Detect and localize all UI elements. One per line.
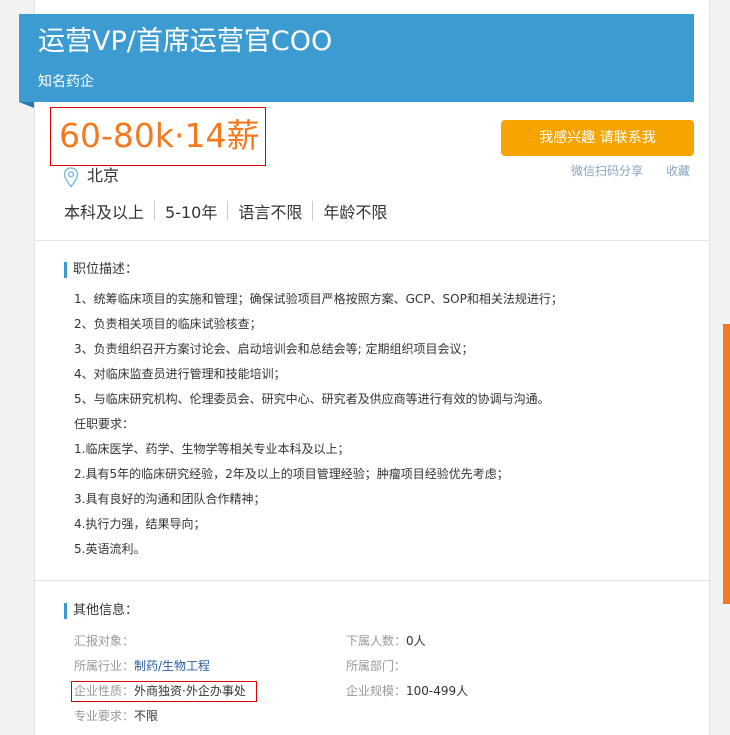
separator [312,201,314,221]
req-education: 本科及以上 [64,203,145,222]
description-line: 2.具有5年的临床研究经验，2年及以上的项目管理经验；肿瘤项目经验优先考虑； [74,467,509,481]
info-label: 企业规模： [346,684,407,698]
side-floating-tab[interactable] [723,324,730,604]
description-line: 4、对临床监查员进行管理和技能培训； [74,367,286,381]
industry-link[interactable]: 制药/生物工程 [134,659,210,673]
info-company-type: 企业性质：外商独资·外企办事处 [74,683,246,700]
section-divider [34,240,710,241]
separator [227,201,229,221]
info-value: 不限 [134,709,159,723]
req-experience: 5-10年 [165,203,218,222]
other-info-section-title: 其他信息： [64,603,138,619]
req-language: 语言不限 [238,203,303,222]
description-line: 任职要求： [74,417,135,431]
info-subordinates: 下属人数：0人 [346,633,426,650]
section-divider [34,580,710,581]
info-label: 所属部门： [346,659,407,673]
requirements-row: 本科及以上 5-10年 语言不限 年龄不限 [64,199,387,223]
info-label: 所属行业： [74,659,135,673]
separator [154,201,156,221]
info-value: 100-499人 [406,684,469,698]
job-title: 运营VP/首席运营官COO [38,26,333,57]
info-department: 所属部门： [346,658,406,675]
wechat-share-link[interactable]: 微信扫码分享 [571,163,643,179]
interested-contact-button[interactable]: 我感兴趣 请联系我 [501,120,694,156]
salary: 60-80k·14薪 [59,116,260,155]
info-major: 专业要求：不限 [74,708,158,725]
description-line: 3.具有良好的沟通和团队合作精神； [74,492,266,506]
header-ribbon-fold [19,102,34,108]
description-line: 1.临床医学、药学、生物学等相关专业本科及以上； [74,442,350,456]
info-label: 企业性质： [74,684,135,698]
description-line: 2、负责相关项目的临床试验核查； [74,317,262,331]
info-industry: 所属行业：制药/生物工程 [74,658,210,675]
location-pin-icon [63,167,79,188]
info-label: 汇报对象： [74,634,135,648]
description-line: 5.英语流利。 [74,542,146,556]
info-label: 下属人数： [346,634,407,648]
req-age: 年龄不限 [323,203,388,222]
info-label: 专业要求： [74,709,135,723]
company-name: 知名药企 [38,74,94,90]
salary-highlight-box: 60-80k·14薪 [50,107,266,166]
favorite-link[interactable]: 收藏 [666,163,690,179]
info-report-to: 汇报对象： [74,633,134,650]
description-line: 1、统筹临床项目的实施和管理；确保试验项目严格按照方案、GCP、SOP和相关法规… [74,292,563,306]
info-value: 0人 [406,634,426,648]
job-location: 北京 [87,166,120,185]
description-line: 3、负责组织召开方案讨论会、启动培训会和总结会等; 定期组织项目会议； [74,342,474,356]
info-value: 外商独资·外企办事处 [134,684,246,698]
description-section-title: 职位描述： [64,262,138,278]
info-company-size: 企业规模：100-499人 [346,683,468,700]
description-line: 5、与临床研究机构、伦理委员会、研究中心、研究者及供应商等进行有效的协调与沟通。 [74,392,550,406]
description-line: 4.执行力强，结果导向； [74,517,206,531]
